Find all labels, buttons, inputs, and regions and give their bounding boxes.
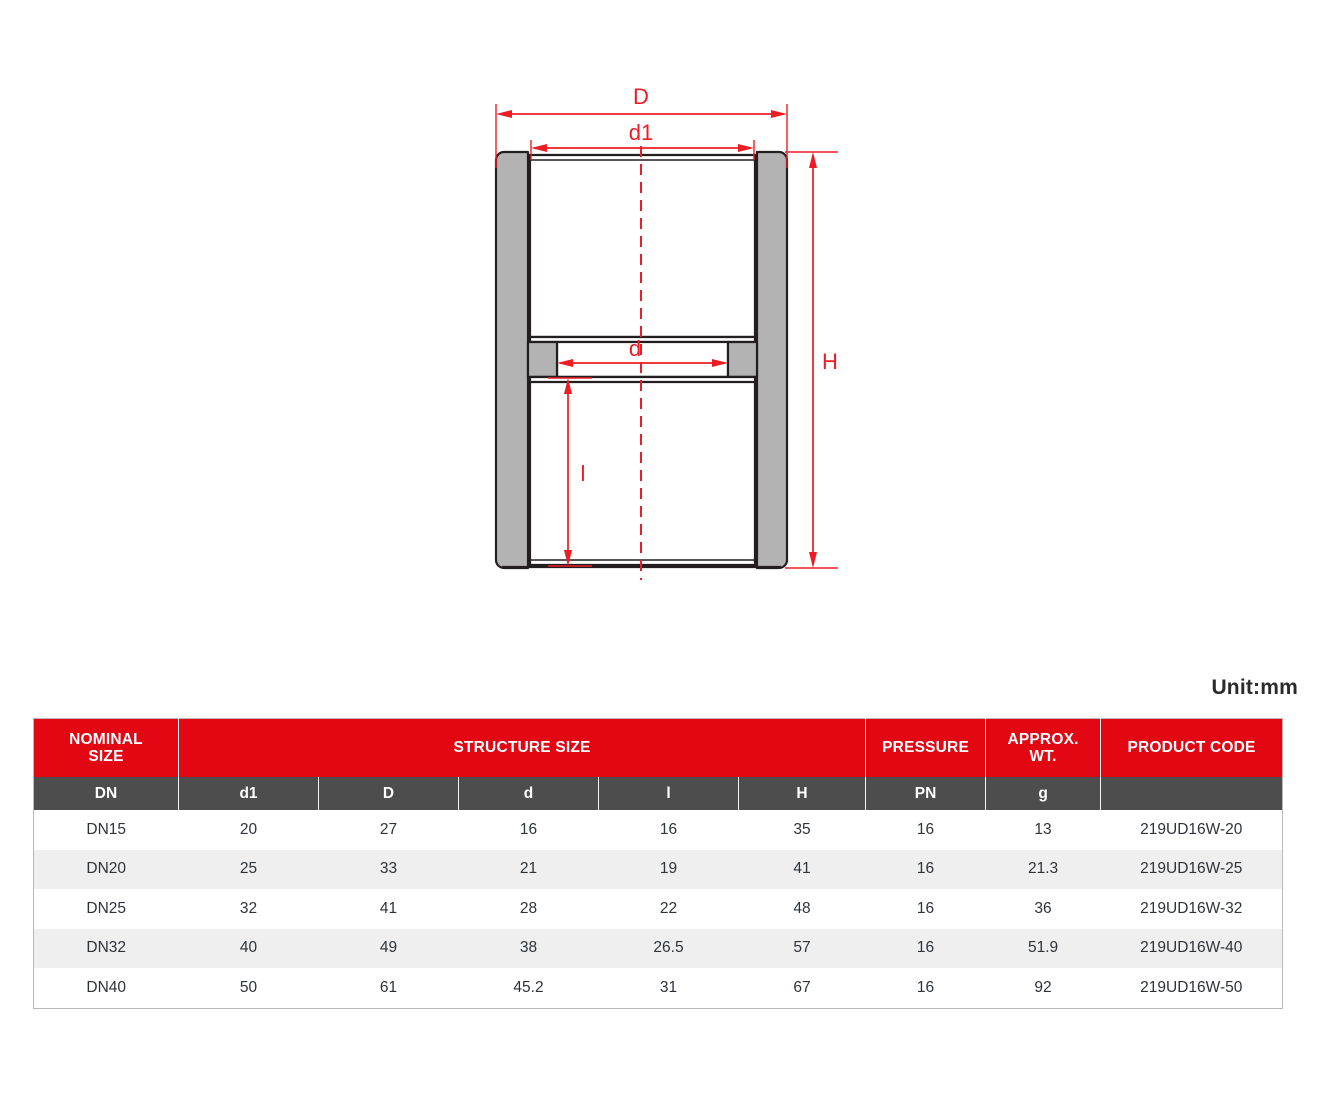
cell-d: 38	[458, 928, 599, 968]
group-header-wt-line2: WT.	[1029, 748, 1057, 765]
dimension-label-D: D	[633, 84, 649, 109]
left-wall-section	[494, 150, 530, 570]
cell-product-code: 219UD16W-50	[1100, 968, 1283, 1008]
cell-H: 67	[738, 968, 866, 1008]
group-header-nominal-size: NOMINAL SIZE	[33, 718, 179, 777]
cell-d1: 25	[178, 849, 319, 889]
cell-d1: 20	[178, 810, 319, 850]
cell-D: 33	[318, 849, 459, 889]
cell-dn: DN20	[33, 849, 179, 889]
cell-D: 41	[318, 889, 459, 929]
cell-d1: 32	[178, 889, 319, 929]
symbol-header-H: H	[737, 777, 867, 810]
group-header-approx-wt: APPROX. WT.	[985, 718, 1102, 777]
dimension-label-H: H	[822, 349, 838, 374]
cell-wt: 13	[985, 810, 1101, 850]
specification-table-wrapper: NOMINAL SIZE STRUCTURE SIZE PRESSURE APP…	[33, 718, 1284, 1009]
cell-wt: 36	[985, 889, 1101, 929]
group-header-nominal-line2: SIZE	[88, 748, 124, 765]
group-header-product-code: PRODUCT CODE	[1100, 718, 1283, 777]
group-header-nominal-line1: NOMINAL	[69, 730, 143, 748]
cell-wt: 92	[985, 968, 1101, 1008]
cell-d: 16	[458, 810, 599, 850]
cell-d: 45.2	[458, 968, 599, 1008]
right-wall-section	[755, 150, 789, 570]
cell-product-code: 219UD16W-40	[1100, 928, 1283, 968]
symbol-header-code	[1100, 777, 1283, 810]
cell-l: 19	[598, 849, 739, 889]
table-symbol-header-row: DN d1 D d l H PN g	[33, 777, 1283, 810]
cell-wt: 21.3	[985, 849, 1101, 889]
symbol-header-g: g	[985, 777, 1102, 810]
cell-H: 48	[738, 889, 866, 929]
symbol-header-D: D	[318, 777, 459, 810]
cell-wt: 51.9	[985, 928, 1101, 968]
cell-pn: 16	[865, 849, 986, 889]
cell-d1: 40	[178, 928, 319, 968]
H-arrow-top	[809, 152, 817, 168]
cell-dn: DN40	[33, 968, 179, 1008]
unit-note: Unit:mm	[1211, 676, 1298, 699]
cell-pn: 16	[865, 928, 986, 968]
table-row: DN32 40 49 38 26.5 57 16 51.9 219UD16W-40	[33, 928, 1283, 968]
table-row: DN40 50 61 45.2 31 67 16 92 219UD16W-50	[33, 968, 1283, 1008]
cell-dn: DN25	[33, 889, 179, 929]
table-row: DN20 25 33 21 19 41 16 21.3 219UD16W-25	[33, 849, 1283, 889]
group-header-wt-line1: APPROX.	[1007, 730, 1079, 748]
table-head: NOMINAL SIZE STRUCTURE SIZE PRESSURE APP…	[33, 718, 1283, 810]
d1-arrow-right	[738, 144, 754, 152]
table-row: DN25 32 41 28 22 48 16 36 219UD16W-32	[33, 889, 1283, 929]
waist-left-step	[526, 340, 559, 379]
cell-product-code: 219UD16W-32	[1100, 889, 1283, 929]
d1-arrow-left	[531, 144, 547, 152]
cell-l: 22	[598, 889, 739, 929]
cell-pn: 16	[865, 889, 986, 929]
H-arrow-bottom	[809, 552, 817, 568]
cell-d1: 50	[178, 968, 319, 1008]
group-header-structure-size: STRUCTURE SIZE	[177, 718, 867, 777]
fitting-cross-section-diagram: D d1 d l H	[494, 84, 838, 580]
cell-l: 31	[598, 968, 739, 1008]
cell-dn: DN15	[33, 810, 179, 850]
lower-socket-bore	[528, 375, 757, 567]
D-arrow-left	[496, 110, 512, 118]
dimension-label-d1: d1	[629, 120, 653, 145]
cell-H: 41	[738, 849, 866, 889]
cell-dn: DN32	[33, 928, 179, 968]
cell-H: 35	[738, 810, 866, 850]
symbol-header-d1: d1	[178, 777, 319, 810]
symbol-header-pn: PN	[865, 777, 987, 810]
cell-H: 57	[738, 928, 866, 968]
cell-l: 26.5	[598, 928, 739, 968]
waist-right-step	[726, 340, 759, 379]
middle-waist-bore	[555, 340, 730, 379]
cell-l: 16	[598, 810, 739, 850]
cell-D: 49	[318, 928, 459, 968]
technical-drawing-panel: D d1 d l H	[0, 0, 1320, 660]
symbol-header-dn: DN	[33, 777, 179, 810]
cell-product-code: 219UD16W-25	[1100, 849, 1283, 889]
cell-D: 27	[318, 810, 459, 850]
table-group-header-row: NOMINAL SIZE STRUCTURE SIZE PRESSURE APP…	[33, 718, 1283, 777]
table-body: DN15 20 27 16 16 35 16 13 219UD16W-20 DN20 25 33 21 1…	[33, 810, 1283, 1008]
cell-pn: 16	[865, 810, 986, 850]
dimension-H-group: H	[785, 151, 838, 569]
specification-table: NOMINAL SIZE STRUCTURE SIZE PRESSURE APP…	[33, 718, 1284, 1009]
table-row: DN15 20 27 16 16 35 16 13 219UD16W-20	[33, 810, 1283, 850]
dimension-label-d: d	[629, 336, 641, 361]
dimension-label-l: l	[581, 461, 586, 486]
group-header-pressure: PRESSURE	[865, 718, 987, 777]
cell-product-code: 219UD16W-20	[1100, 810, 1283, 850]
cell-d: 21	[458, 849, 599, 889]
cell-d: 28	[458, 889, 599, 929]
upper-socket-bore	[528, 153, 757, 339]
cell-pn: 16	[865, 968, 986, 1008]
symbol-header-d: d	[458, 777, 599, 810]
fitting-body-group	[494, 150, 789, 570]
symbol-header-l: l	[598, 777, 739, 810]
D-arrow-right	[771, 110, 787, 118]
cell-D: 61	[318, 968, 459, 1008]
